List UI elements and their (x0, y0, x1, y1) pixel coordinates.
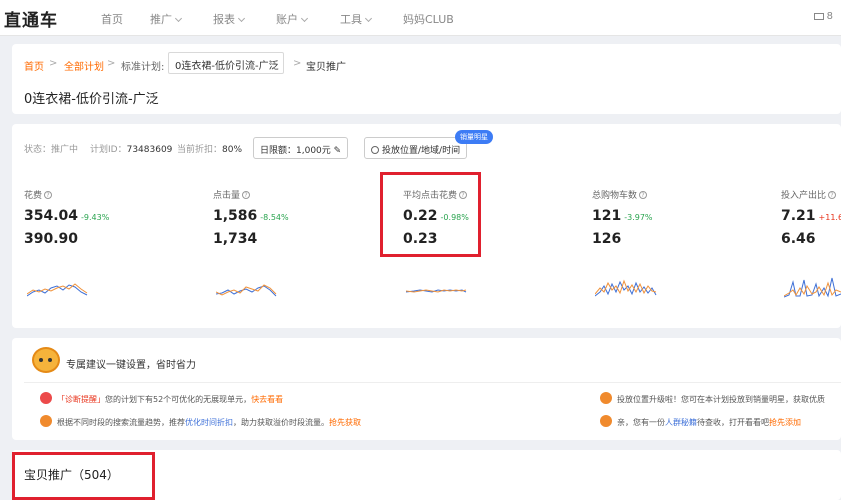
metric-compare-cost: 390.90 (24, 231, 79, 247)
breadcrumb-all-plans[interactable]: 全部计划 (64, 58, 104, 73)
mascot-icon (32, 347, 60, 373)
divider (24, 382, 841, 383)
chevron-down-icon (174, 14, 183, 23)
nav-account[interactable]: 账户 (276, 11, 309, 27)
sparkline-cost (27, 283, 88, 297)
metric-compare-roi: 6.46 (781, 231, 816, 247)
breadcrumb-separator: > (49, 58, 58, 69)
nav-home[interactable]: 首页 (101, 11, 123, 27)
breadcrumb-current: 宝贝推广 (306, 62, 346, 73)
metric-compare-cart: 126 (592, 231, 622, 247)
sparkline-roi (784, 277, 841, 298)
metric-label-clicks: 点击量? (213, 188, 251, 201)
message-button[interactable]: 8 (813, 11, 833, 22)
plan-select[interactable]: 0连衣裙-低价引流-广泛 (168, 52, 284, 74)
highlight-box (12, 452, 155, 500)
tip-link[interactable]: 优化时间折扣 (185, 418, 233, 427)
metric-label-cart: 总购物车数? (592, 188, 648, 201)
plan-status: 状态：推广中 (24, 145, 79, 155)
nav-tools[interactable]: 工具 (340, 11, 373, 27)
top-nav: 直通车 首页 推广 报表 账户 工具 妈妈CLUB 8 (0, 0, 841, 36)
edit-icon: ✎ (333, 146, 342, 156)
metric-value-cost: 354.04 -9.43% (24, 208, 110, 224)
breadcrumb-separator: > (107, 58, 116, 69)
metric-value-clicks: 1,586 -8.54% (213, 208, 289, 224)
chevron-down-icon (300, 14, 309, 23)
message-count: 8 (826, 11, 833, 22)
nav-promote[interactable]: 推广 (150, 11, 183, 27)
nav-mama-club[interactable]: 妈妈CLUB (403, 11, 454, 27)
budget-button[interactable]: 日限额：1,000元 ✎ (253, 137, 349, 159)
plan-id: 计划ID：73483609 (90, 145, 173, 155)
location-icon (371, 146, 379, 154)
chevron-down-icon (237, 14, 246, 23)
bulb-icon (600, 415, 612, 427)
sparkline-cart (595, 279, 657, 297)
chevron-down-icon (364, 14, 373, 23)
help-icon[interactable]: ? (639, 191, 648, 199)
bulb-icon (600, 392, 612, 404)
page-title: 0连衣裙-低价引流-广泛 (24, 92, 159, 107)
tip-crowd-secret: 亲，您有一份人群秘籍待查收，打开看看吧抢先添加 (617, 418, 801, 427)
breadcrumb-home[interactable]: 首页 (24, 58, 44, 73)
tip-time-discount: 根据不同时段的搜索流量趋势，推荐优化时间折扣，助力获取溢价时段流量。抢先获取 (57, 418, 361, 427)
breadcrumb-separator: > (293, 58, 302, 69)
metric-label-cost: 花费? (24, 188, 53, 201)
bulb-icon (40, 415, 52, 427)
metric-compare-clicks: 1,734 (213, 231, 258, 247)
logo[interactable]: 直通车 (4, 6, 58, 31)
mail-icon (813, 13, 824, 20)
metric-value-cart: 121 -3.97% (592, 208, 653, 224)
alert-icon (40, 392, 52, 404)
sparkline-avg-cpc (406, 289, 467, 293)
help-icon[interactable]: ? (44, 191, 53, 199)
tip-link[interactable]: 人群秘籍 (665, 418, 697, 427)
tip-link[interactable]: 抢先添加 (769, 418, 801, 427)
breadcrumb-standard-plan: 标准计划: (121, 62, 165, 73)
highlight-box (380, 172, 481, 257)
metric-value-roi: 7.21 +11.6 (781, 208, 841, 224)
nav-reports[interactable]: 报表 (213, 11, 246, 27)
sparkline-clicks (216, 284, 277, 297)
metric-label-roi: 投入产出比? (781, 188, 837, 201)
plan-discount: 当前折扣：80% (177, 145, 243, 155)
help-icon[interactable]: ? (828, 191, 837, 199)
tip-link[interactable]: 抢先获取 (329, 418, 361, 427)
help-icon[interactable]: ? (242, 191, 251, 199)
tip-position-upgrade: 投放位置升级啦！您可在本计划投放到销量明星，获取优质 (617, 395, 825, 404)
tip-link[interactable]: 快去看看 (251, 395, 283, 404)
position-button[interactable]: 投放位置/地域/时间 (364, 137, 468, 159)
tip-diagnosis: 「诊断提醒」您的计划下有52个可优化的无展现单元，快去看看 (57, 395, 284, 404)
advice-title: 专属建议一键设置，省时省力 (66, 360, 196, 371)
sales-star-badge: 销量明星 (455, 130, 493, 144)
